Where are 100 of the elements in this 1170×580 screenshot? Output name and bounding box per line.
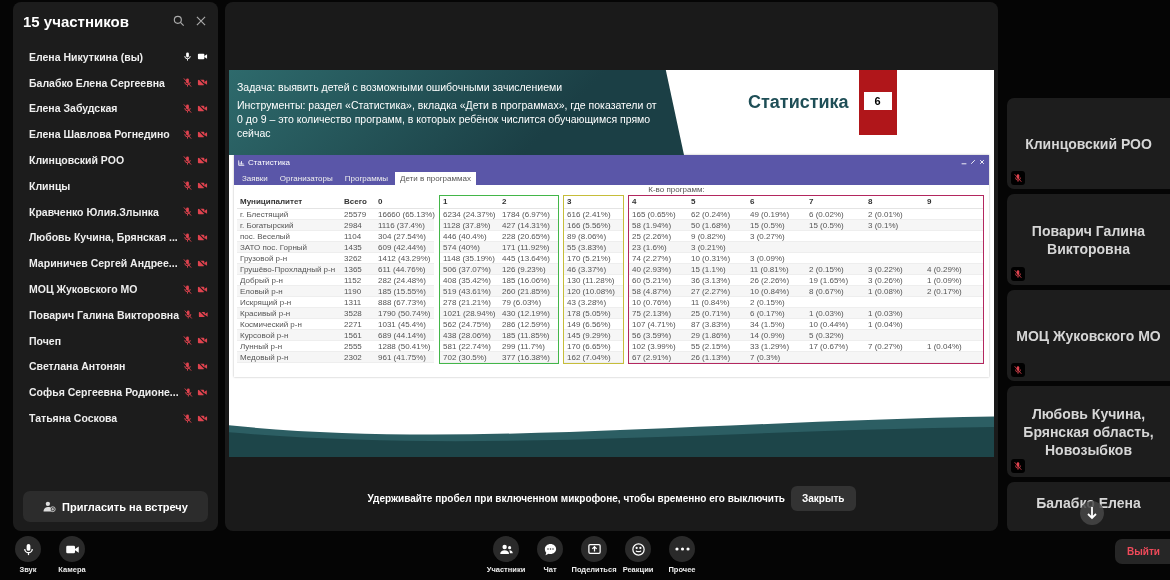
search-icon[interactable] [172,14,186,28]
column-header: 8 [865,196,924,209]
notification-text: Удерживайте пробел при включенном микрофоне, чтобы временно его выключить [367,493,785,504]
participant-name[interactable]: Светлана Антонян [29,360,178,373]
video-tile[interactable]: Любовь Кучина, Брянская область, Новозыбков [1007,386,1170,477]
task-text: Задача: выявить детей с возможными ошибочными зачислениеми [237,80,564,94]
slide-heading: Статистика [748,92,849,113]
table-cell: 3 (0.22%) [865,264,924,275]
table-cell: Курсовой р-н [237,330,341,341]
table-cell: 50 (1.68%) [688,220,747,231]
pencil-icon[interactable] [970,159,976,165]
close-icon[interactable] [194,14,208,28]
participant-name[interactable]: МОЦ Жуковского МО [29,283,178,296]
participant-name[interactable]: Почеп [29,334,178,347]
column-header: 6 [747,196,806,209]
tab[interactable]: Дети в программах [395,172,476,185]
chat-button[interactable] [537,536,563,562]
table-cell: 3 (0.21%) [688,242,747,253]
table-cell: 58 (4.87%) [629,286,688,297]
tab[interactable]: Заявки [237,172,273,185]
table-cell: 2 (0.15%) [806,264,865,275]
mic-button[interactable] [15,536,41,562]
table-cell: 2302 [341,352,375,363]
table-cell: 1116 (37.4%) [375,220,434,231]
table-cell: 27 (2.27%) [688,286,747,297]
column-header: 3 [564,196,623,209]
table-cell: Красивый р-н [237,308,341,319]
table-cell: 1021 (28.94%) [440,308,499,319]
table-cell: 26 (1.13%) [688,352,747,363]
close-icon[interactable] [979,159,985,165]
table-cell: 171 (11.92%) [499,242,558,253]
table-cell: 1190 [341,286,375,297]
more-button[interactable] [669,536,695,562]
table-cell: 7 (0.3%) [747,352,806,363]
table-cell: 55 (3.83%) [564,242,623,253]
table-cell: 438 (28.06%) [440,330,499,341]
participant-name: Балабко Елена [1036,494,1141,512]
table-cell: 1365 [341,264,375,275]
chat-icon [542,541,558,557]
table-cell: 15 (1.1%) [688,264,747,275]
table-cell: 574 (40%) [440,242,499,253]
participant-name[interactable]: Клинцы [29,179,178,192]
video-tile[interactable]: Поварич Галина Викторовна [1007,194,1170,285]
participant-name[interactable]: Елена Никуткина (вы) [29,50,178,63]
participant-name[interactable]: Софья Сергеевна Родионе... [29,386,179,399]
smiley-icon [630,541,646,557]
table-cell: 185 (15.55%) [375,286,434,297]
table-cell: 2984 [341,220,375,231]
participant-name[interactable]: Елена Забудская [29,102,178,115]
tab[interactable]: Организаторы [274,172,338,185]
table-cell: 3 (0.1%) [865,220,924,231]
share-button[interactable] [581,536,607,562]
table-caption: К-во программ: [648,185,705,195]
participant-name[interactable]: Балабко Елена Сергеевна [29,76,178,89]
table-cell: 23 (1.6%) [629,242,688,253]
table-cell: 1128 (37.8%) [440,220,499,231]
participant-name: Поварич Галина Викторовна [1030,221,1147,258]
column-header: 5 [688,196,747,209]
tools-text: Инструменты: раздел «Статистика», вкладка «Дети в программах», где показатели от 0 до 9 – это количество программ, в которых ребёнок числится обучающимся прямо сейчас [237,98,658,140]
table-cell: 609 (42.44%) [375,242,434,253]
table-cell: 145 (9.29%) [564,330,623,341]
camera-button[interactable] [59,536,85,562]
participant-name[interactable]: Клинцовский РОО [29,154,178,167]
table-cell: 185 (11.85%) [499,330,558,341]
video-tile[interactable]: Балабко Елена [1007,482,1170,531]
table-cell: 40 (2.93%) [629,264,688,275]
smile-button[interactable] [625,536,651,562]
table-cell: 15 (0.5%) [806,220,865,231]
table-cell: 67 (2.91%) [629,352,688,363]
invite-button[interactable]: Пригласить на встречу [23,491,208,522]
column-header: 2 [499,196,558,209]
participant-name[interactable]: Елена Шавлова Рогнедино [29,128,178,141]
tab[interactable]: Программы [339,172,393,185]
table-cell: г. Богатырский [237,220,341,231]
people-button[interactable] [493,536,519,562]
participant-name[interactable]: Любовь Кучина, Брянская ... [29,231,178,244]
table-cell: 75 (2.13%) [629,308,688,319]
table-cell: 377 (16.38%) [499,352,558,363]
table-cell: 29 (1.86%) [688,330,747,341]
participant-name[interactable]: Поварич Галина Викторовна [29,308,180,321]
table-cell: 5 (0.32%) [806,330,865,341]
table-cell: 702 (30.5%) [440,352,499,363]
bar-chart-icon [238,158,245,166]
table-cell: 15 (0.5%) [747,220,806,231]
video-tile[interactable]: Клинцовский РОО [1007,98,1170,189]
participant-name[interactable]: Татьяна Соскова [29,412,178,425]
column-header: 4 [629,196,688,209]
table-cell: 260 (21.85%) [499,286,558,297]
share-screen-icon [586,541,602,557]
leave-button[interactable]: Выйти [1115,539,1170,564]
slide-number: 6 [863,92,892,110]
close-button[interactable]: Закрыть [791,486,856,511]
participant-name[interactable]: Мариничев Сергей Андрее... [29,257,178,270]
table-cell: 10 (0.84%) [747,286,806,297]
add-person-icon [43,500,57,513]
video-tile[interactable]: МОЦ Жуковского МО [1007,290,1170,381]
table-cell: 120 (10.08%) [564,286,623,297]
participant-name[interactable]: Кравченко Юлия.Злынка [29,205,178,218]
table-cell: 25 (0.71%) [688,308,747,319]
table-cell: 427 (14.31%) [499,220,558,231]
